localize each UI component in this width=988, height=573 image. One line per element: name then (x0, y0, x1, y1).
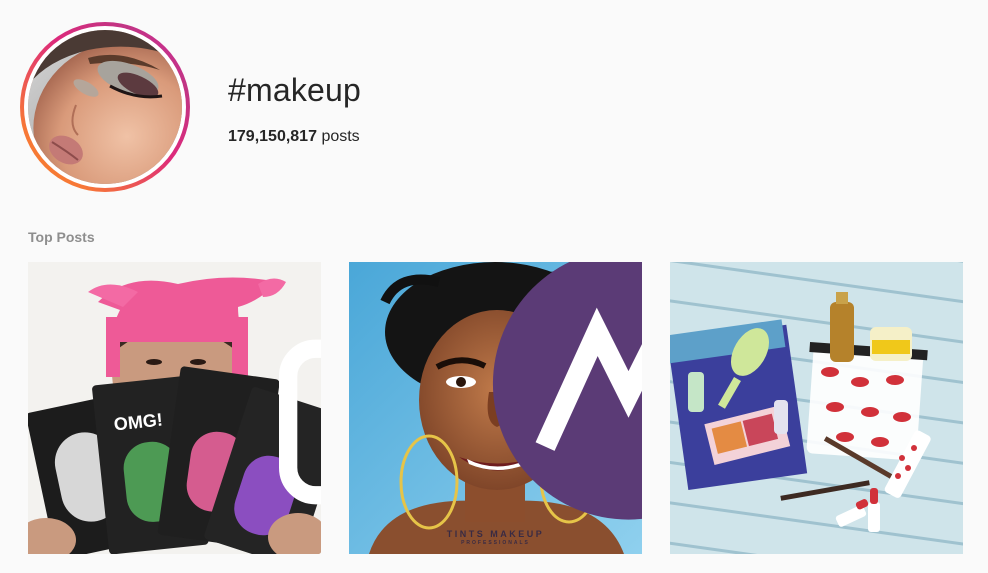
post-count-number: 179,150,817 (228, 128, 317, 145)
top-posts-heading: Top Posts (28, 229, 95, 245)
post-tile-3[interactable] (670, 262, 963, 554)
post-tile-2[interactable]: TINTS MAKEUP PROFESSIONALS (349, 262, 642, 554)
video-camera-icon (279, 276, 321, 505)
hashtag-header: #makeup 179,150,817 posts (20, 22, 361, 192)
story-ring[interactable] (20, 22, 190, 192)
post-tile-1[interactable]: OMG! (28, 262, 321, 554)
brand-name: TINTS MAKEUP (446, 529, 545, 539)
brand-watermark: TINTS MAKEUP PROFESSIONALS (349, 529, 642, 546)
post-image-1: OMG! (28, 262, 321, 554)
post-count: 179,150,817 posts (228, 127, 361, 147)
brand-subtitle: PROFESSIONALS (461, 540, 530, 546)
hashtag-title: #makeup (228, 72, 362, 108)
hashtag-page: #makeup 179,150,817 posts Top Posts OMG!… (0, 0, 988, 573)
hashtag-avatar[interactable] (28, 30, 182, 184)
post-count-label: posts (321, 128, 360, 145)
post-image-3 (670, 262, 963, 554)
top-posts-grid: OMG! TINTS MAKEUP PROFESSIONALS (28, 262, 963, 554)
avatar-image (28, 30, 182, 184)
tints-makeup-logo-icon (492, 262, 642, 520)
hashtag-info: #makeup 179,150,817 posts (228, 70, 361, 147)
